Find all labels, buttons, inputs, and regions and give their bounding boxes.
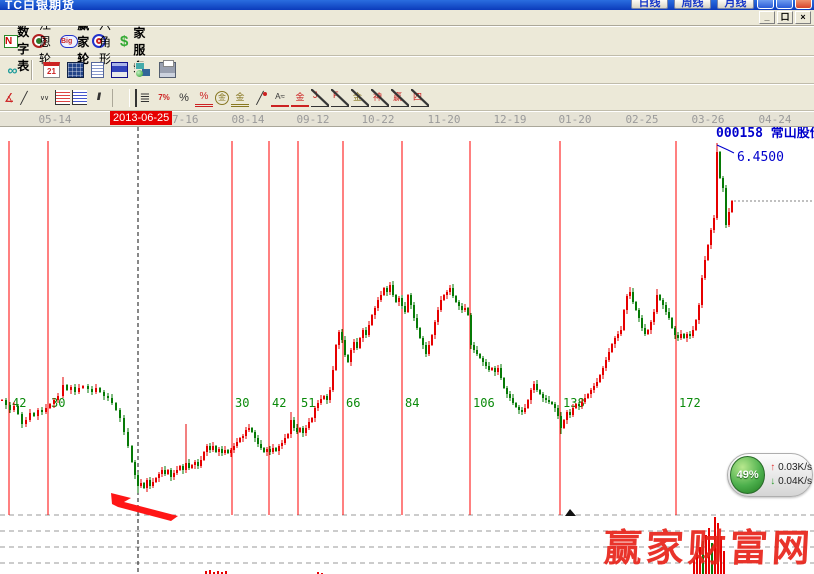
cycle-count-label: 30	[235, 396, 249, 410]
close-button[interactable]	[795, 0, 812, 9]
percent-table-icon[interactable]: ≣	[135, 89, 153, 107]
stock-code-name: 000158 常山股份	[716, 127, 814, 141]
gold-lines-icon[interactable]: 金	[231, 89, 249, 107]
date-tick: 12-19	[493, 113, 526, 126]
cycle-count-label: 84	[405, 396, 419, 410]
candles	[1, 143, 733, 493]
gold-circle-icon[interactable]: 金	[215, 91, 229, 105]
glasses-icon[interactable]: ∞	[4, 62, 21, 78]
candlestick-chart[interactable]: 42303042516684106138172000158 常山股份6.4500	[0, 127, 814, 574]
cycle-count-label: 66	[346, 396, 360, 410]
cycle-lines: 42303042516684106138172	[9, 141, 701, 515]
low-point-arrow-icon	[111, 493, 178, 521]
up-arrow-icon: ↑	[770, 462, 775, 473]
draw-tools-toolbar: ∡╱∨∨///≣7%%%金金╱A≈金JF金神赢四	[0, 84, 814, 111]
cycle-count-label: 172	[679, 396, 701, 410]
cycle-count-label: 42	[272, 396, 286, 410]
title-bar: TC白银期货 日线周线月线	[0, 0, 814, 10]
window-title: TC白银期货	[5, 0, 75, 10]
titlebar-buttons: 日线周线月线	[631, 0, 754, 9]
digit-table-icon[interactable]: N T数字表	[4, 35, 18, 48]
window-controls	[757, 0, 812, 9]
date-tick: 01-20	[558, 113, 591, 126]
date-tick: 03-26	[691, 113, 724, 126]
date-tick: 11-20	[427, 113, 460, 126]
chart-area: 42303042516684106138172000158 常山股份6.4500…	[0, 127, 814, 574]
triangle-marker-icon	[565, 509, 576, 516]
calendar-icon[interactable]: 21	[43, 62, 60, 78]
date-tick: 02-25	[625, 113, 658, 126]
save-icon[interactable]	[111, 62, 128, 78]
child-minimize-button[interactable]: _	[759, 11, 775, 24]
gann-angle-win-icon[interactable]: 赢	[391, 89, 409, 107]
network-speed-widget[interactable]: 49% ↑ 0.03K/s ↓ 0.04K/s	[727, 453, 813, 497]
gann-angle-four-icon[interactable]: 四	[411, 89, 429, 107]
minimize-button[interactable]	[757, 0, 774, 9]
app-window: { "window": { "title": "TC白银期货", "button…	[0, 0, 814, 574]
gann-toolbar: N T数字表 江恩轮 Big 赢家轮 六角形 $ 赢家服务	[0, 26, 814, 56]
child-restore-button[interactable]: 口	[777, 11, 793, 24]
titlebar-button[interactable]: 月线	[717, 0, 754, 9]
wave-tool-icon[interactable]: A≈	[271, 89, 289, 107]
zigzag-tool-icon[interactable]: ∨∨	[35, 89, 53, 107]
date-tick: 10-22	[361, 113, 394, 126]
peak-price-label: 6.4500	[737, 150, 784, 165]
anchor-date-badge: 2013-06-25	[110, 111, 172, 125]
gann-angle-f-icon[interactable]: F	[331, 89, 349, 107]
gann-angle-j-icon[interactable]: J	[311, 89, 329, 107]
percent-icon[interactable]: %	[175, 89, 193, 107]
network-icon[interactable]	[135, 62, 152, 78]
cycle-count-label: 106	[473, 396, 495, 410]
maximize-button[interactable]	[776, 0, 793, 9]
child-window-controls: _口×	[759, 11, 811, 24]
child-close-button[interactable]: ×	[795, 11, 811, 24]
speed-percent-badge: 49%	[730, 456, 765, 494]
brush-tool-icon[interactable]: ╱	[251, 89, 269, 107]
date-tick: 09-12	[296, 113, 329, 126]
red-grid-tool-icon[interactable]	[55, 90, 70, 105]
upload-speed: ↑ 0.03K/s	[770, 461, 812, 475]
winner-wheel-icon[interactable]: Big 赢家轮	[60, 35, 78, 48]
calculator-icon[interactable]	[67, 62, 84, 78]
blue-grid-tool-icon[interactable]	[72, 90, 87, 105]
download-speed: ↓ 0.04K/s	[770, 475, 812, 489]
titlebar-button[interactable]: 日线	[631, 0, 668, 9]
date-tick: 05-14	[38, 113, 71, 126]
date-tick: 08-14	[231, 113, 264, 126]
cut-tool-icon[interactable]: ∡	[4, 89, 13, 107]
hexagon-icon[interactable]: 六角形	[92, 34, 106, 48]
date-tick: 04-24	[758, 113, 791, 126]
cycle-count-label: 51	[301, 396, 315, 410]
down-arrow-icon: ↓	[770, 476, 775, 487]
menu-strip: _口×	[0, 10, 814, 26]
percent-lines-icon[interactable]: %	[195, 89, 213, 107]
gann-wheel-icon[interactable]: 江恩轮	[32, 34, 46, 48]
seven-percent-icon[interactable]: 7%	[155, 89, 173, 107]
separator[interactable]	[112, 89, 130, 107]
watermark: 赢家财富网	[603, 517, 814, 572]
printer-icon[interactable]	[159, 62, 176, 78]
pencil-tool-icon[interactable]: ╱	[15, 89, 33, 107]
gann-angle-gold-icon[interactable]: 金	[351, 89, 369, 107]
titlebar-button[interactable]: 周线	[674, 0, 711, 9]
fan-lines-tool-icon[interactable]: ///	[89, 89, 107, 107]
separator[interactable]	[31, 60, 33, 80]
gann-angle-shen-icon[interactable]: 神	[371, 89, 389, 107]
notepad-icon[interactable]	[91, 62, 104, 78]
gold-red-icon[interactable]: 金	[291, 89, 309, 107]
